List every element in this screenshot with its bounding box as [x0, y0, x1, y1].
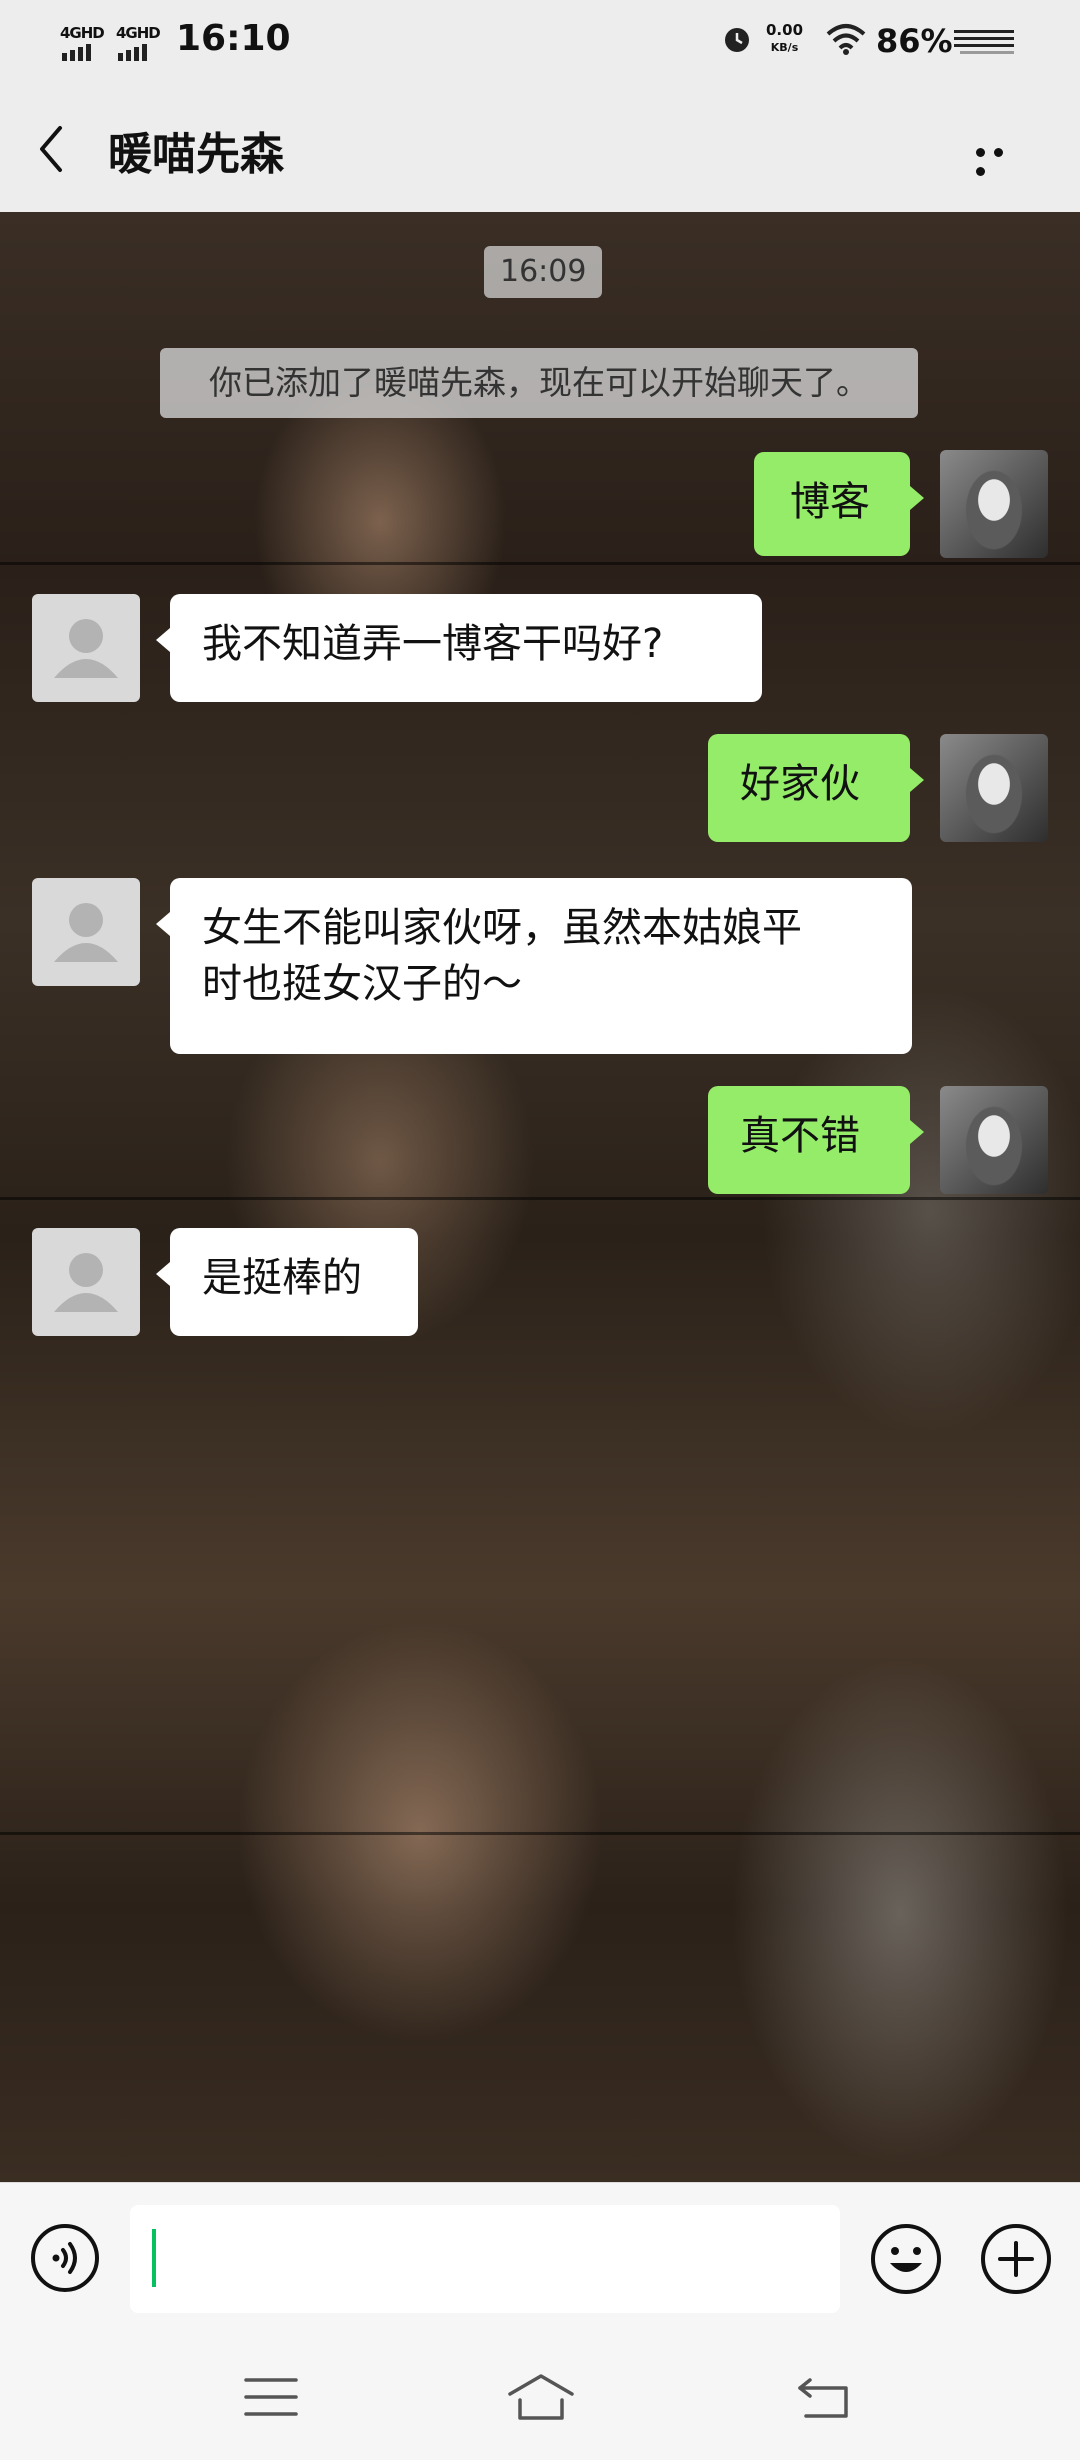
voice-input-icon[interactable] — [30, 2223, 100, 2293]
back-arrow-icon[interactable] — [36, 124, 66, 174]
signal-indicator-2: 4GHD — [116, 24, 168, 61]
background-divider — [0, 1197, 1080, 1200]
contact-avatar[interactable] — [32, 1228, 140, 1336]
battery-icon — [954, 30, 1014, 54]
my-avatar[interactable] — [940, 1086, 1048, 1194]
message-text: 好家伙 — [740, 761, 860, 807]
default-person-icon — [54, 1253, 118, 1312]
network-speed: 0.00 KB/s — [766, 22, 803, 56]
input-bar — [0, 2182, 1080, 2333]
speed-value: 0.00 — [766, 21, 804, 39]
signal-bars-icon — [62, 42, 94, 61]
message-bubble-incoming[interactable]: 是挺棒的 — [156, 1228, 418, 1336]
system-navigation-bar — [0, 2332, 1080, 2460]
message-bubble-incoming[interactable]: 我不知道弄一博客干吗好? — [156, 594, 762, 702]
message-text: 博客 — [790, 479, 870, 525]
speed-unit: KB/s — [770, 41, 799, 54]
nav-menu-icon[interactable] — [244, 2376, 298, 2418]
background-divider — [0, 562, 1080, 565]
system-message: 你已添加了暖喵先森，现在可以开始聊天了。 — [160, 348, 918, 418]
message-text-line-2: 时也挺女汉子的～ — [202, 961, 522, 1007]
signal-bars-icon — [118, 42, 150, 61]
emoji-icon[interactable] — [870, 2223, 942, 2295]
wechat-chat-screen: 4GHD 4GHD 16:10 0.00 KB/s 86% 暖喵先森 16:09… — [0, 0, 1080, 2460]
text-cursor — [152, 2229, 156, 2287]
message-input[interactable] — [130, 2205, 840, 2313]
background-divider — [0, 1832, 1080, 1835]
nav-home-icon[interactable] — [506, 2372, 576, 2422]
default-person-icon — [54, 619, 118, 678]
message-bubble-outgoing[interactable]: 真不错 — [708, 1086, 924, 1194]
timestamp-chip: 16:09 — [484, 246, 603, 298]
contact-avatar[interactable] — [32, 878, 140, 986]
message-bubble-incoming[interactable]: 女生不能叫家伙呀，虽然本姑娘平 时也挺女汉子的～ — [156, 878, 912, 1054]
my-avatar[interactable] — [940, 450, 1048, 558]
network-type-2: 4GHD — [116, 24, 161, 42]
status-time: 16:10 — [176, 18, 291, 59]
my-avatar[interactable] — [940, 734, 1048, 842]
more-options-icon[interactable] — [976, 142, 1028, 176]
wifi-icon — [826, 24, 866, 55]
alarm-icon — [725, 28, 749, 52]
contact-avatar[interactable] — [32, 594, 140, 702]
network-type-1: 4GHD — [60, 24, 105, 42]
message-text: 真不错 — [740, 1113, 860, 1159]
chat-message-area[interactable]: 16:09 你已添加了暖喵先森，现在可以开始聊天了。 博客 我不知道弄一博客干吗… — [0, 212, 1080, 2182]
nav-back-icon[interactable] — [796, 2372, 852, 2420]
message-bubble-outgoing[interactable]: 好家伙 — [708, 734, 924, 842]
message-text: 是挺棒的 — [202, 1255, 362, 1301]
chat-title: 暖喵先森 — [108, 129, 284, 180]
battery-percent: 86% — [876, 22, 953, 60]
signal-indicator-1: 4GHD — [60, 24, 112, 61]
message-bubble-outgoing[interactable]: 博客 — [754, 452, 924, 556]
add-more-icon[interactable] — [980, 2223, 1052, 2295]
default-person-icon — [54, 903, 118, 962]
message-text: 我不知道弄一博客干吗好? — [202, 621, 664, 667]
chat-header: 暖喵先森 — [0, 84, 1080, 212]
status-bar: 4GHD 4GHD 16:10 0.00 KB/s 86% — [0, 0, 1080, 84]
message-text-line-1: 女生不能叫家伙呀，虽然本姑娘平 — [202, 905, 802, 951]
